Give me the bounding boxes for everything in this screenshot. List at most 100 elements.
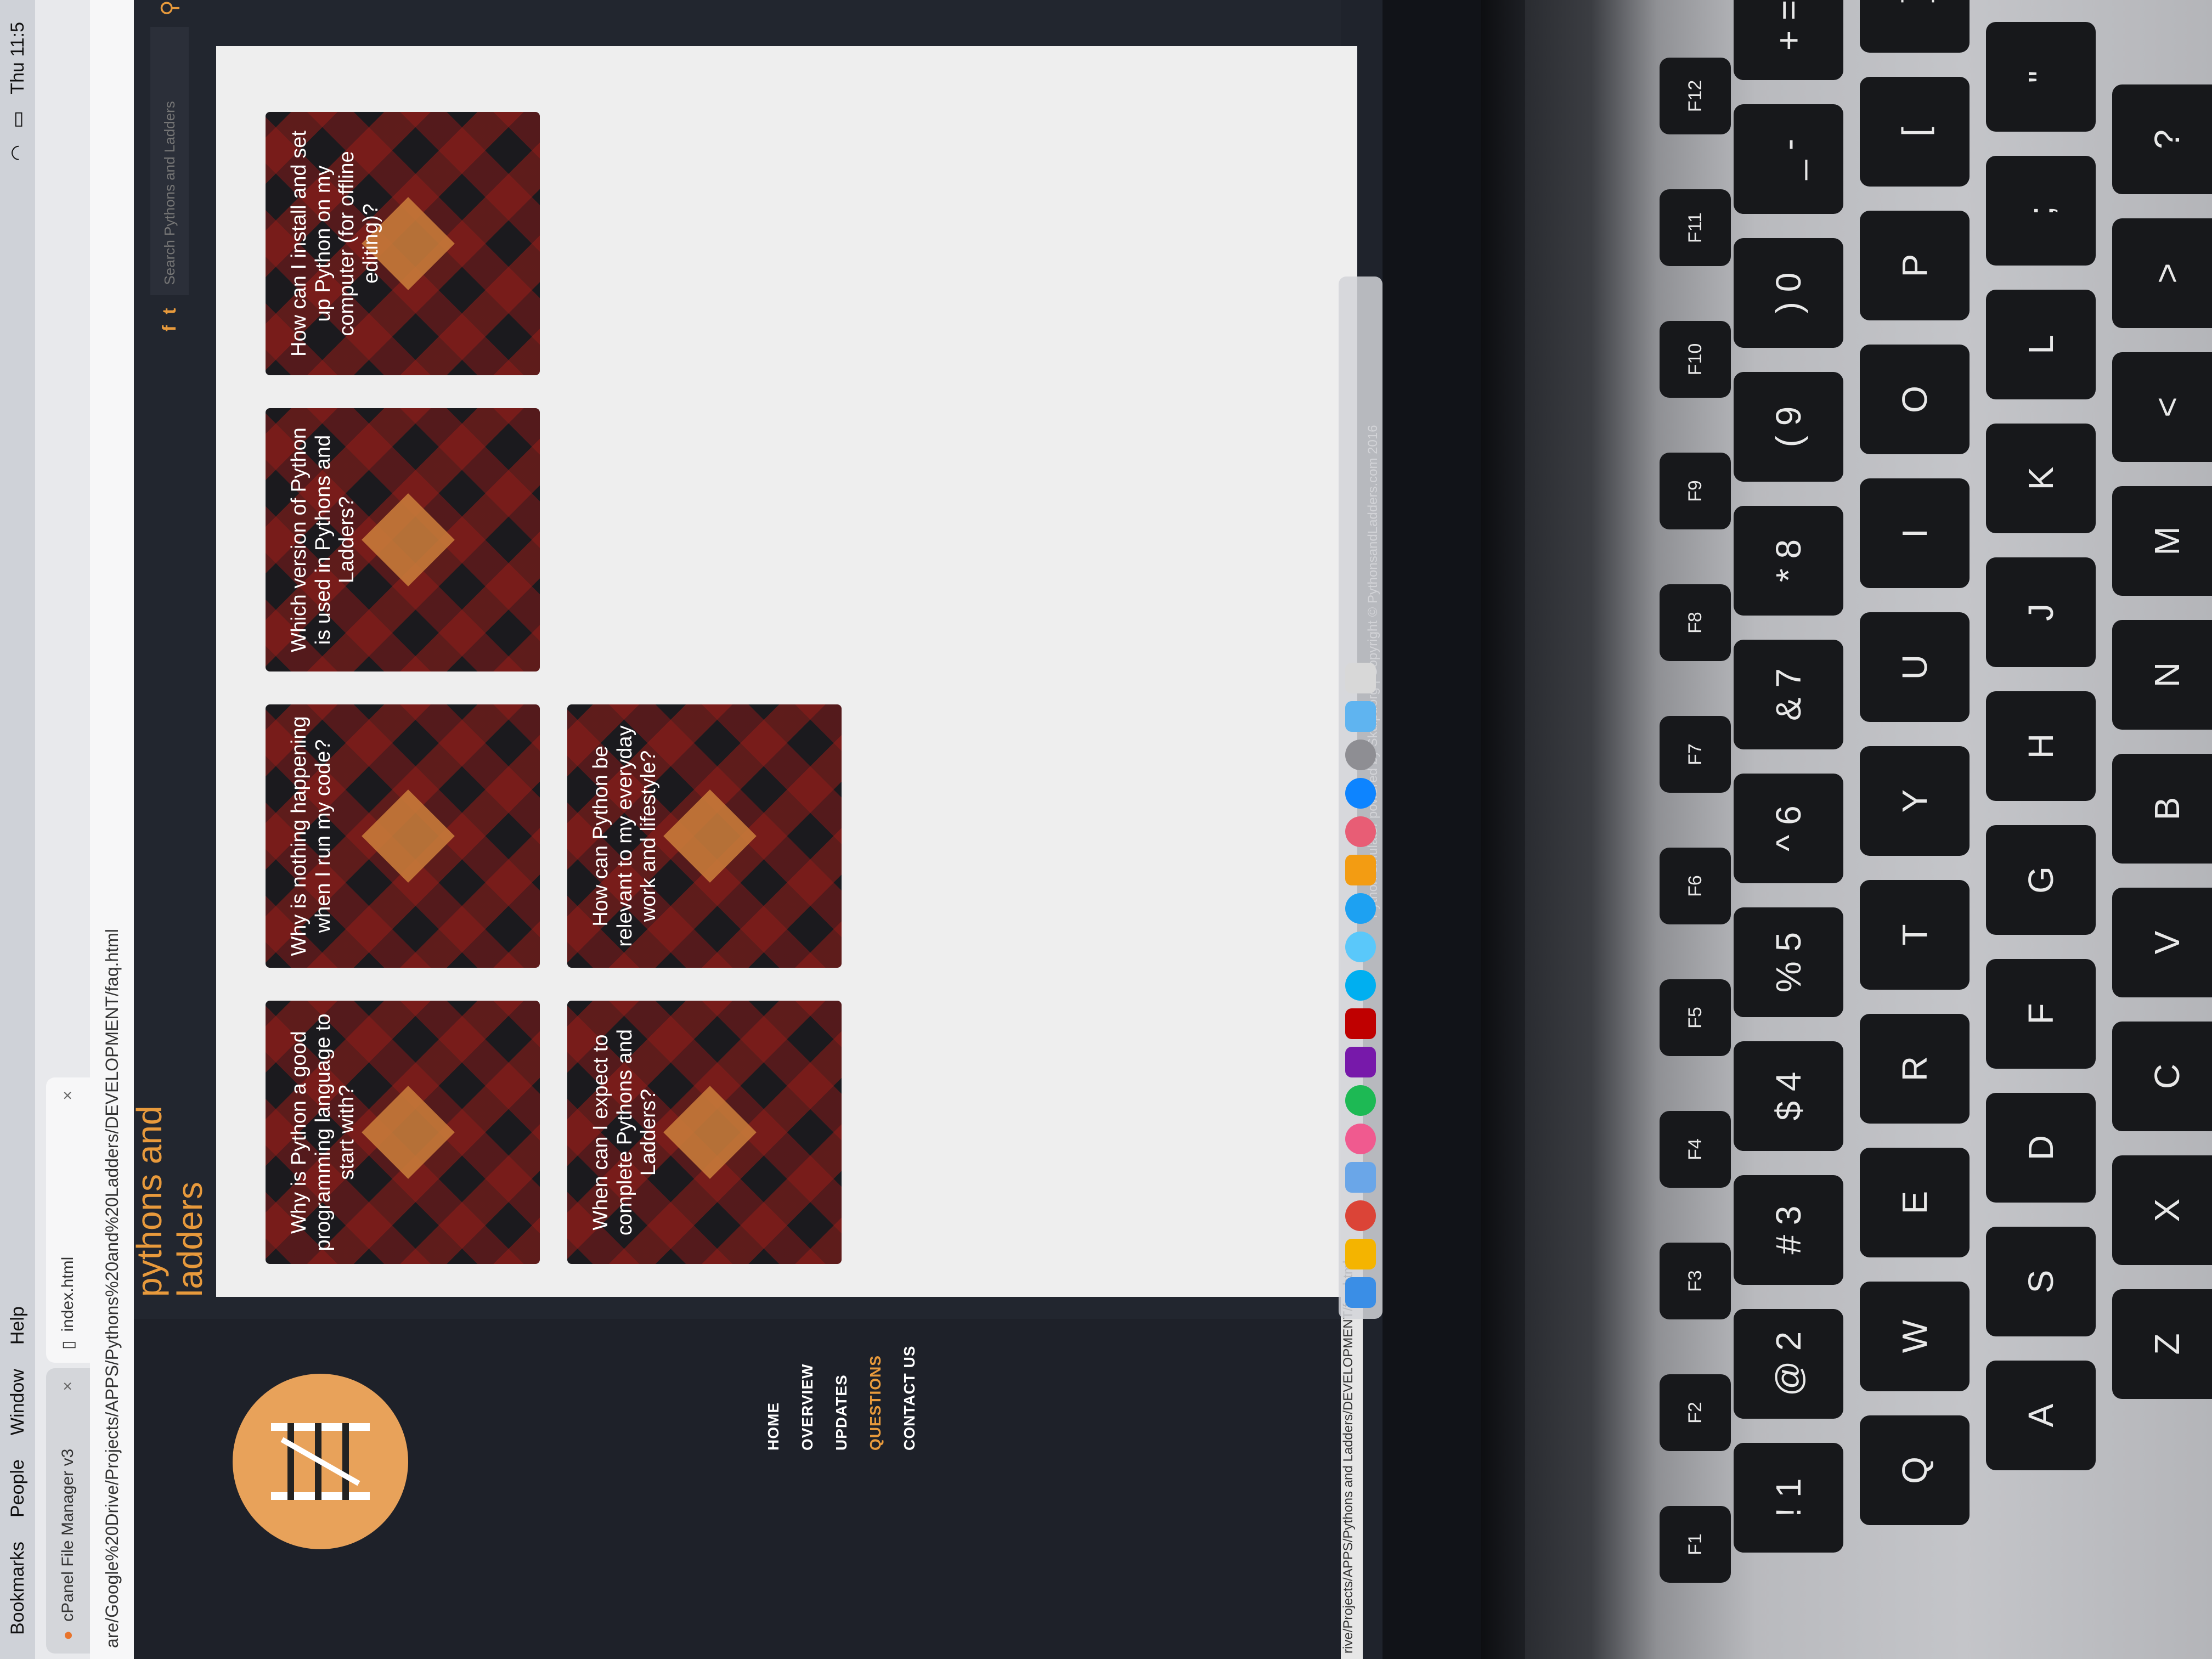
keyboard-key: F9: [1660, 453, 1731, 529]
diamond-pattern: [362, 493, 455, 586]
twitter-app-icon[interactable]: [1345, 893, 1376, 924]
keyboard-key: R: [1860, 1014, 1970, 1124]
ibooks-icon[interactable]: [1345, 855, 1376, 885]
keyboard-key: F8: [1660, 584, 1731, 661]
faq-content: Why is Python a good programming languag…: [216, 46, 1357, 1297]
keyboard-key: U: [1860, 612, 1970, 722]
close-icon[interactable]: ×: [59, 1091, 77, 1101]
diamond-pattern: [663, 1086, 757, 1179]
wifi-icon[interactable]: ◠: [7, 145, 29, 161]
menubar-clock[interactable]: Thu 11:5: [7, 22, 29, 94]
menu-help[interactable]: Help: [7, 1306, 29, 1345]
preview-icon[interactable]: [1345, 1162, 1376, 1193]
faq-card[interactable]: How can I install and set up Python on m…: [266, 112, 540, 375]
keyboard-key: F10: [1660, 321, 1731, 398]
nav-contact[interactable]: CONTACT US: [901, 1346, 918, 1451]
faq-card[interactable]: When can I expect to complete Pythons an…: [567, 1001, 842, 1264]
diamond-pattern: [362, 789, 455, 883]
nav-home[interactable]: HOME: [765, 1346, 782, 1451]
keyboard-key: # 3: [1734, 1175, 1843, 1285]
laptop-screen: Bookmarks People Window Help ◠ ▭ Thu 11:…: [0, 0, 1383, 1659]
keyboard-key: % 5: [1734, 907, 1843, 1017]
keyboard-key: M: [2112, 486, 2212, 596]
keyboard-key: * 8: [1734, 506, 1843, 616]
site-logo[interactable]: [233, 1374, 408, 1549]
file-icon: ▯: [59, 1340, 77, 1350]
folder-icon[interactable]: [1345, 701, 1376, 732]
keyboard-key: V: [2112, 888, 2212, 997]
search-input[interactable]: [150, 27, 189, 295]
keyboard-key: N: [2112, 620, 2212, 730]
keyboard-key: G: [1986, 825, 2096, 935]
keyboard-key: ( 9: [1734, 372, 1843, 482]
keyboard-key: Q: [1860, 1415, 1970, 1525]
mac-menubar: Bookmarks People Window Help ◠ ▭ Thu 11:…: [0, 0, 35, 1659]
faq-card[interactable]: Why is Python a good programming languag…: [266, 1001, 540, 1264]
keyboard-key: K: [1986, 424, 2096, 533]
keyboard-key: A: [1986, 1361, 2096, 1470]
photos-icon[interactable]: [1345, 816, 1376, 847]
keyboard-key: F6: [1660, 848, 1731, 924]
keyboard-key: W: [1860, 1282, 1970, 1391]
menu-bookmarks[interactable]: Bookmarks: [7, 1542, 29, 1635]
nav-overview[interactable]: OVERVIEW: [799, 1346, 816, 1451]
laptop-keyboard: F1 F2 F3 F4 F5 F6 F7 F8 F9 F10 F11 F12 ! 1 @ 2 # 3 $ 4%…: [1640, 0, 2212, 1659]
itunes-icon[interactable]: [1345, 1124, 1376, 1154]
battery-icon[interactable]: ▭: [7, 111, 29, 128]
site-title[interactable]: pythons and ladders: [129, 1001, 210, 1297]
browser-tabstrip: ● cPanel File Manager v3 × ▯ index.html …: [35, 0, 90, 1659]
faq-question: Why is Python a good programming languag…: [287, 1013, 359, 1251]
faq-question: Which version of Python is used in Pytho…: [287, 427, 359, 652]
menu-people[interactable]: People: [7, 1459, 29, 1517]
faq-question: How can Python be relevant to my everyda…: [589, 725, 661, 947]
keyboard-key: ^ 6: [1734, 774, 1843, 883]
system-preferences-icon[interactable]: [1345, 740, 1376, 770]
onenote-icon[interactable]: [1345, 1047, 1376, 1077]
chrome-icon[interactable]: [1345, 1200, 1376, 1231]
keyboard-key: P: [1860, 211, 1970, 320]
address-bar[interactable]: are/Google%20Drive/Projects/APPS/Pythons…: [90, 0, 134, 1659]
photo-scene: Bookmarks People Window Help ◠ ▭ Thu 11:…: [0, 0, 2212, 1659]
mac-dock: [1339, 276, 1383, 1319]
keyboard-key: F7: [1660, 716, 1731, 793]
faq-card[interactable]: Why is nothing happening when I run my c…: [266, 704, 540, 968]
keyboard-key: O: [1860, 345, 1970, 454]
nav-questions[interactable]: QUESTIONS: [867, 1346, 884, 1451]
keyboard-key: T: [1860, 880, 1970, 990]
keyboard-key: >: [2112, 218, 2212, 328]
messages-icon[interactable]: [1345, 932, 1376, 962]
app-store-icon[interactable]: [1345, 778, 1376, 809]
keyboard-key: F1: [1660, 1506, 1731, 1583]
cpanel-favicon-icon: ●: [59, 1630, 77, 1640]
close-icon[interactable]: ×: [59, 1381, 77, 1391]
google-drive-icon[interactable]: [1345, 1239, 1376, 1269]
keyboard-key: Y: [1860, 746, 1970, 856]
finder-icon[interactable]: [1345, 1277, 1376, 1308]
keyboard-key: J: [1986, 557, 2096, 667]
keyboard-key: ) 0: [1734, 238, 1843, 348]
filezilla-icon[interactable]: [1345, 1008, 1376, 1039]
web-page: HOME OVERVIEW UPDATES QUESTIONS CONTACT …: [129, 0, 1380, 1659]
search-icon[interactable]: ⚲: [157, 0, 182, 16]
tab-cpanel[interactable]: ● cPanel File Manager v3 ×: [46, 1368, 90, 1654]
skype-icon[interactable]: [1345, 970, 1376, 1001]
nav-updates[interactable]: UPDATES: [833, 1346, 850, 1451]
tab-index[interactable]: ▯ index.html ×: [46, 1077, 90, 1363]
faq-card[interactable]: Which version of Python is used in Pytho…: [266, 408, 540, 672]
spotify-icon[interactable]: [1345, 1085, 1376, 1116]
keyboard-key: $ 4: [1734, 1041, 1843, 1151]
keyboard-key: F3: [1660, 1243, 1731, 1319]
facebook-icon[interactable]: f: [159, 325, 180, 331]
keyboard-key: E: [1860, 1148, 1970, 1257]
keyboard-key: F2: [1660, 1374, 1731, 1451]
trash-icon[interactable]: [1345, 663, 1376, 693]
twitter-icon[interactable]: t: [159, 308, 180, 314]
faq-card[interactable]: How can Python be relevant to my everyda…: [567, 704, 842, 968]
keyboard-key: L: [1986, 290, 2096, 399]
ladder-logo-icon: [271, 1423, 370, 1500]
keyboard-key: X: [2112, 1155, 2212, 1265]
keyboard-key: ]: [1860, 0, 1970, 53]
menu-window[interactable]: Window: [7, 1369, 29, 1435]
faq-question: When can I expect to complete Pythons an…: [589, 1029, 661, 1236]
tab-title: cPanel File Manager v3: [59, 1448, 77, 1622]
